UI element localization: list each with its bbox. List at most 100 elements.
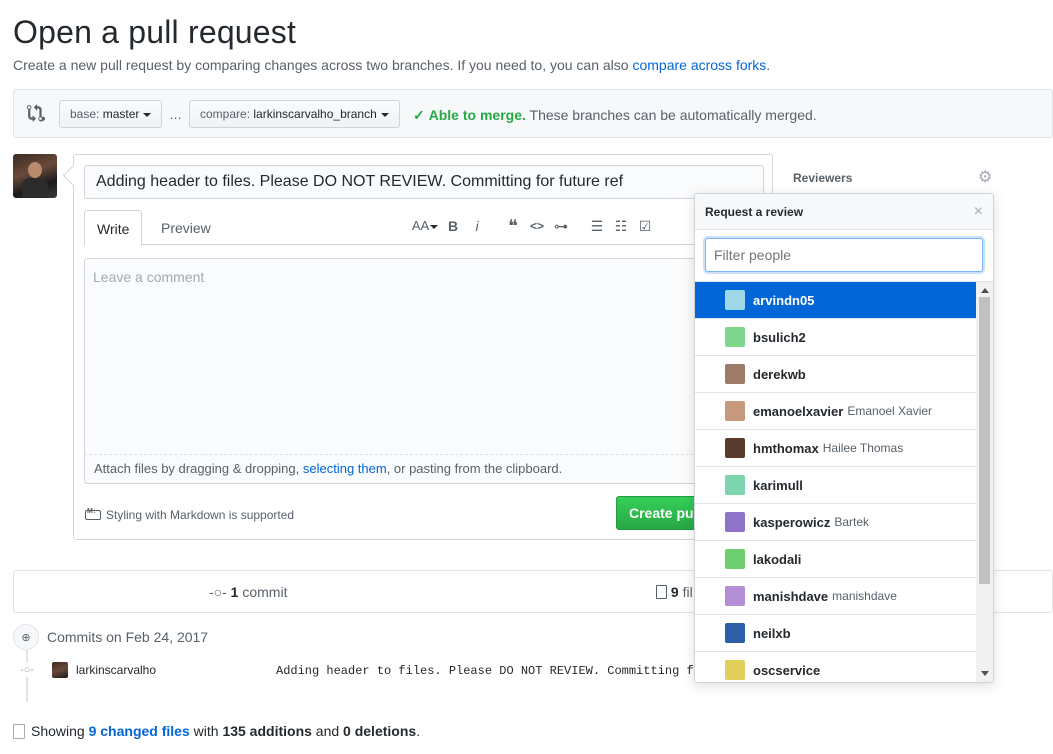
reviewer-login: kasperowicz bbox=[753, 514, 831, 530]
markdown-toolbar: AA B i ❝ <> ⊶ ☰ ☷ ☑ bbox=[410, 215, 658, 237]
additions-count: 135 additions bbox=[222, 723, 312, 739]
compare-branch-select[interactable]: compare: larkinscarvalho_branch bbox=[189, 100, 400, 128]
select-files-link[interactable]: selecting them bbox=[303, 461, 387, 476]
commit-row: -○- larkinscarvalho bbox=[20, 662, 156, 678]
commit-author-avatar[interactable] bbox=[52, 662, 68, 678]
compare-across-forks-link[interactable]: compare across forks bbox=[632, 57, 766, 73]
attach-text-end: , or pasting from the clipboard. bbox=[386, 461, 563, 476]
avatar bbox=[725, 290, 745, 310]
pull-request-form: Write Preview AA B i ❝ <> ⊶ ☰ ☷ ☑ Leave … bbox=[73, 154, 776, 540]
file-attach-zone[interactable]: Attach files by dragging & dropping, sel… bbox=[84, 454, 764, 484]
files-label: fil bbox=[678, 584, 693, 600]
task-list-icon[interactable]: ☑ bbox=[634, 215, 656, 237]
commit-author[interactable]: larkinscarvalho bbox=[76, 663, 156, 677]
changed-files-link[interactable]: 9 changed files bbox=[89, 723, 190, 739]
commits-date-header: ⊕ Commits on Feb 24, 2017 bbox=[13, 624, 208, 650]
avatar bbox=[725, 401, 745, 421]
git-compare-icon bbox=[27, 104, 45, 122]
reviewer-item-hmthomax[interactable]: hmthomax Hailee Thomas bbox=[695, 430, 977, 467]
reviewer-item-kasperowicz[interactable]: kasperowicz Bartek bbox=[695, 504, 977, 541]
chevron-down-icon bbox=[380, 112, 389, 117]
markdown-note-text: Styling with Markdown is supported bbox=[106, 508, 295, 522]
commits-tab[interactable]: -○- 1 commit bbox=[209, 584, 287, 600]
reviewer-item-karimull[interactable]: karimull bbox=[695, 467, 977, 504]
scroll-up-icon[interactable] bbox=[981, 288, 989, 293]
reviewer-item-lakodali[interactable]: lakodali bbox=[695, 541, 977, 578]
attach-text: Attach files by dragging & dropping, bbox=[94, 461, 303, 476]
reviewer-login: arvindn05 bbox=[753, 292, 815, 308]
reviewer-fullname: Emanoel Xavier bbox=[847, 404, 933, 418]
avatar bbox=[725, 512, 745, 532]
unordered-list-icon[interactable]: ☰ bbox=[586, 215, 608, 237]
scrollbar-thumb[interactable] bbox=[979, 297, 990, 584]
reviewer-item-arvindn05[interactable]: arvindn05 bbox=[695, 282, 977, 319]
compare-prefix: compare: bbox=[200, 107, 254, 121]
reviewer-item-oscservice[interactable]: oscservice bbox=[695, 652, 977, 682]
italic-icon[interactable]: i bbox=[466, 215, 488, 237]
subtitle-end: . bbox=[766, 57, 771, 73]
link-icon[interactable]: ⊶ bbox=[550, 215, 572, 237]
reviewer-item-derekwb[interactable]: derekwb bbox=[695, 356, 977, 393]
base-branch-select[interactable]: base: master bbox=[59, 100, 163, 128]
reviewer-login: karimull bbox=[753, 477, 803, 493]
quote-icon[interactable]: ❝ bbox=[502, 215, 524, 237]
code-icon[interactable]: <> bbox=[526, 215, 548, 237]
scroll-down-icon[interactable] bbox=[981, 671, 989, 676]
subtitle-text: Create a new pull request by comparing c… bbox=[13, 57, 633, 73]
range-ellipsis: … bbox=[169, 107, 182, 122]
file-icon bbox=[13, 723, 25, 739]
base-branch-value: master bbox=[102, 107, 140, 121]
commit-message[interactable]: Adding header to files. Please DO NOT RE… bbox=[276, 664, 696, 678]
gear-icon[interactable]: ⚙ bbox=[978, 170, 994, 186]
merge-status: ✓ Able to merge. These branches can be a… bbox=[413, 107, 817, 124]
merge-ok-text: Able to merge. bbox=[428, 107, 526, 123]
filter-people-input[interactable] bbox=[705, 238, 983, 272]
comment-textarea[interactable]: Leave a comment bbox=[84, 258, 764, 454]
avatar bbox=[725, 660, 745, 680]
reviewer-item-neilxb[interactable]: neilxb bbox=[695, 615, 977, 652]
files-count: 9 bbox=[670, 584, 679, 600]
reviewer-login: hmthomax bbox=[753, 440, 819, 456]
markdown-icon bbox=[85, 508, 101, 520]
reviewer-item-manishdave[interactable]: manishdave manishdave bbox=[695, 578, 977, 615]
people-list: arvindn05 bsulich2 derekwb emanoelxavier Ema… bbox=[695, 282, 977, 682]
merge-detail-text: These branches can be automatically merg… bbox=[525, 107, 817, 123]
markdown-note[interactable]: Styling with Markdown is supported bbox=[85, 508, 294, 522]
diff-stats: Showing 9 changed files with 135 additio… bbox=[13, 723, 420, 739]
close-icon[interactable]: × bbox=[974, 194, 983, 230]
heading-icon[interactable]: AA bbox=[410, 215, 440, 237]
and-text: and bbox=[311, 723, 344, 739]
commits-date-label: Commits on Feb 24, 2017 bbox=[47, 629, 209, 645]
reviewer-fullname: manishdave bbox=[832, 589, 897, 603]
reviewer-fullname: Bartek bbox=[834, 515, 870, 529]
avatar bbox=[725, 438, 745, 458]
check-icon: ✓ bbox=[413, 107, 425, 123]
reviewer-item-bsulich2[interactable]: bsulich2 bbox=[695, 319, 977, 356]
reviewer-login: bsulich2 bbox=[753, 329, 806, 345]
commit-dot-icon: -○- bbox=[20, 663, 34, 677]
ordered-list-icon[interactable]: ☷ bbox=[610, 215, 632, 237]
commits-label: commit bbox=[238, 584, 288, 600]
files-tab[interactable]: 9 fil bbox=[656, 584, 693, 600]
request-review-popover: Request a review × arvindn05 bsulich2 dere… bbox=[694, 193, 994, 683]
showing-prefix: Showing bbox=[31, 723, 89, 739]
page-subtitle: Create a new pull request by comparing c… bbox=[13, 57, 770, 73]
reviewer-login: lakodali bbox=[753, 551, 802, 567]
reviewers-label: Reviewers bbox=[793, 171, 853, 185]
avatar bbox=[725, 327, 745, 347]
compare-branch-value: larkinscarvalho_branch bbox=[253, 107, 377, 121]
with-text: with bbox=[189, 723, 223, 739]
popover-title: Request a review bbox=[705, 205, 804, 219]
tab-preview[interactable]: Preview bbox=[149, 210, 223, 246]
deletions-count: 0 deletions bbox=[343, 723, 417, 739]
avatar bbox=[725, 364, 745, 384]
period-text: . bbox=[416, 723, 421, 739]
tab-write[interactable]: Write bbox=[84, 210, 143, 246]
commit-icon: -○- bbox=[209, 584, 227, 600]
avatar bbox=[725, 623, 745, 643]
bold-icon[interactable]: B bbox=[442, 215, 464, 237]
user-avatar[interactable] bbox=[13, 154, 57, 198]
avatar bbox=[725, 475, 745, 495]
pr-title-input[interactable] bbox=[84, 165, 764, 199]
reviewer-item-emanoelxavier[interactable]: emanoelxavier Emanoel Xavier bbox=[695, 393, 977, 430]
